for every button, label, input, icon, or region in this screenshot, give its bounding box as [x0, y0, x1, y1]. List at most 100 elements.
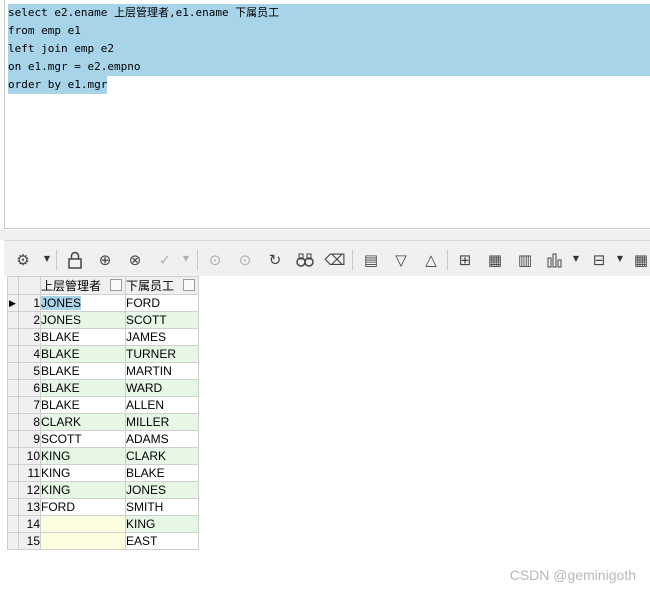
column-header-manager[interactable]: 上层管理者: [40, 276, 126, 295]
current-row-arrow-icon: ▶: [9, 298, 16, 308]
employee-cell[interactable]: WARD: [125, 379, 199, 397]
employee-cell[interactable]: SCOTT: [125, 311, 199, 329]
manager-cell[interactable]: CLARK: [40, 413, 126, 431]
manager-cell[interactable]: KING: [40, 481, 126, 499]
record-view-icon[interactable]: ▦: [630, 249, 650, 271]
table-row[interactable]: 13 FORD SMITH: [7, 498, 199, 516]
manager-cell[interactable]: KING: [40, 447, 126, 465]
manager-cell[interactable]: BLAKE: [40, 396, 126, 414]
refresh-icon[interactable]: ↻: [264, 249, 286, 271]
employee-cell[interactable]: EAST: [125, 532, 199, 550]
row-indicator[interactable]: [7, 447, 19, 465]
row-number: 7: [18, 396, 41, 414]
row-indicator[interactable]: [7, 362, 19, 380]
employee-cell[interactable]: ALLEN: [125, 396, 199, 414]
row-indicator[interactable]: [7, 379, 19, 397]
table-view-icon[interactable]: ▤: [360, 249, 382, 271]
row-indicator[interactable]: [7, 430, 19, 448]
toolbar-divider: [197, 250, 198, 270]
pane-splitter[interactable]: [0, 230, 650, 240]
manager-cell-null[interactable]: [40, 532, 126, 550]
post-icon[interactable]: ✓: [154, 249, 176, 271]
table-row[interactable]: 15 EAST: [7, 532, 199, 550]
chart-icon[interactable]: [544, 249, 566, 271]
manager-cell[interactable]: FORD: [40, 498, 126, 516]
add-row-icon[interactable]: ⊕: [94, 249, 116, 271]
table-row[interactable]: 7 BLAKE ALLEN: [7, 396, 199, 414]
employee-cell[interactable]: MARTIN: [125, 362, 199, 380]
row-number: 6: [18, 379, 41, 397]
manager-cell[interactable]: SCOTT: [40, 430, 126, 448]
filter-asc-icon[interactable]: △: [420, 249, 442, 271]
employee-cell[interactable]: MILLER: [125, 413, 199, 431]
find-icon[interactable]: [294, 249, 316, 271]
lock-icon[interactable]: [64, 249, 86, 271]
table-row[interactable]: 11 KING BLAKE: [7, 464, 199, 482]
row-number: 4: [18, 345, 41, 363]
row-indicator[interactable]: [7, 498, 19, 516]
row-indicator[interactable]: ▶: [7, 294, 19, 312]
column-header-manager-label: 上层管理者: [41, 279, 102, 293]
row-indicator[interactable]: [7, 328, 19, 346]
row-indicator[interactable]: [7, 464, 19, 482]
row-indicator[interactable]: [7, 481, 19, 499]
row-indicator[interactable]: [7, 311, 19, 329]
filter-desc-icon[interactable]: ▽: [390, 249, 412, 271]
manager-cell[interactable]: JONES: [40, 294, 126, 312]
column-menu-icon[interactable]: [183, 279, 195, 291]
table-row[interactable]: 4 BLAKE TURNER: [7, 345, 199, 363]
manager-cell-null[interactable]: [40, 515, 126, 533]
row-indicator[interactable]: [7, 532, 19, 550]
row-indicator[interactable]: [7, 515, 19, 533]
table-row[interactable]: 6 BLAKE WARD: [7, 379, 199, 397]
manager-cell[interactable]: KING: [40, 464, 126, 482]
grid-corner[interactable]: [7, 276, 19, 295]
employee-cell[interactable]: FORD: [125, 294, 199, 312]
employee-cell[interactable]: BLAKE: [125, 464, 199, 482]
chevron-down-icon[interactable]: ▼: [572, 253, 580, 265]
table-row[interactable]: 9 SCOTT ADAMS: [7, 430, 199, 448]
table-row[interactable]: 12 KING JONES: [7, 481, 199, 499]
grid-options-icon[interactable]: ⚙: [12, 249, 34, 271]
table-row[interactable]: 8 CLARK MILLER: [7, 413, 199, 431]
manager-cell[interactable]: JONES: [40, 311, 126, 329]
employee-cell[interactable]: JAMES: [125, 328, 199, 346]
export-icon[interactable]: ▦: [484, 249, 506, 271]
row-indicator[interactable]: [7, 345, 19, 363]
chevron-down-icon[interactable]: ▼: [616, 253, 624, 265]
table-row[interactable]: 14 KING: [7, 515, 199, 533]
manager-cell[interactable]: BLAKE: [40, 328, 126, 346]
fetch-next-icon[interactable]: ⊙: [234, 249, 256, 271]
sql-line-3: left join emp e2: [8, 40, 650, 58]
table-row[interactable]: 2 JONES SCOTT: [7, 311, 199, 329]
table-row[interactable]: 3 BLAKE JAMES: [7, 328, 199, 346]
employee-cell[interactable]: ADAMS: [125, 430, 199, 448]
row-number: 10: [18, 447, 41, 465]
chevron-down-icon[interactable]: ▼: [182, 253, 190, 265]
statistics-icon[interactable]: ▥: [514, 249, 536, 271]
grid-toolbar: ⚙ ▼ ⊕ ⊗ ✓ ▼ ⊙ ⊙ ↻ ⌫ ▤ ▽ △ ⊞ ▦ ▥ ▼ ⊟ ▼ ▦: [4, 240, 650, 277]
table-row[interactable]: ▶ 1 JONES FORD: [7, 294, 199, 312]
manager-cell[interactable]: BLAKE: [40, 345, 126, 363]
column-menu-icon[interactable]: [110, 279, 122, 291]
sql-editor[interactable]: select e2.ename 上层管理者,e1.ename 下属员工 from…: [4, 0, 650, 229]
delete-row-icon[interactable]: ⊗: [124, 249, 146, 271]
column-header-employee[interactable]: 下属员工: [125, 276, 199, 295]
chevron-down-icon[interactable]: ▼: [43, 253, 51, 265]
employee-cell[interactable]: KING: [125, 515, 199, 533]
employee-cell[interactable]: TURNER: [125, 345, 199, 363]
row-indicator[interactable]: [7, 396, 19, 414]
manager-cell[interactable]: BLAKE: [40, 362, 126, 380]
move-down-icon[interactable]: ⊙: [204, 249, 226, 271]
manager-cell[interactable]: BLAKE: [40, 379, 126, 397]
table-row[interactable]: 5 BLAKE MARTIN: [7, 362, 199, 380]
row-number: 5: [18, 362, 41, 380]
employee-cell[interactable]: SMITH: [125, 498, 199, 516]
table-row[interactable]: 10 KING CLARK: [7, 447, 199, 465]
employee-cell[interactable]: JONES: [125, 481, 199, 499]
row-indicator[interactable]: [7, 413, 19, 431]
employee-cell[interactable]: CLARK: [125, 447, 199, 465]
group-icon[interactable]: ⊟: [588, 249, 610, 271]
tree-icon[interactable]: ⊞: [454, 249, 476, 271]
clear-icon[interactable]: ⌫: [324, 249, 346, 271]
